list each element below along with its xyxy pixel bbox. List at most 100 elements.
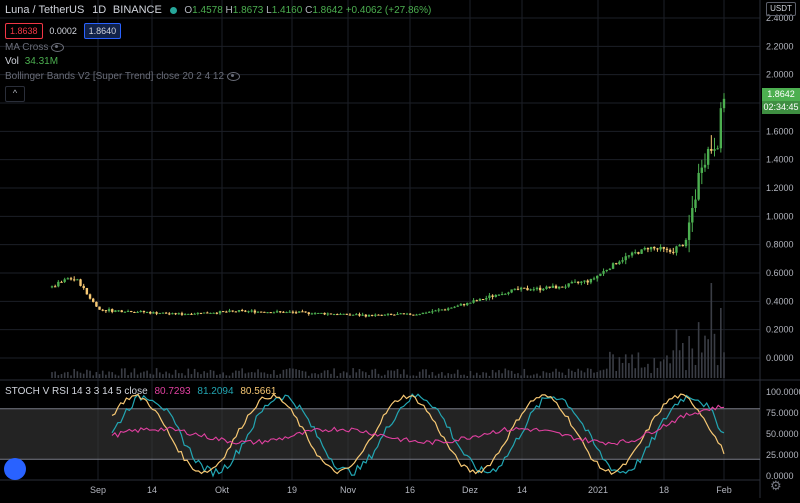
- candle-body: [662, 246, 665, 249]
- bid-button[interactable]: 1.8638: [5, 23, 43, 39]
- volume-bar: [235, 370, 237, 378]
- volume-bar: [368, 374, 370, 378]
- hidden-eye-icon[interactable]: [227, 71, 241, 81]
- hidden-eye-icon[interactable]: [51, 42, 65, 52]
- last-price-tag: 1.8642: [762, 88, 800, 101]
- stoch-legend[interactable]: STOCH V RSI 14 3 3 14 5 close 80.7293 81…: [5, 386, 276, 398]
- candle-body: [145, 312, 149, 314]
- volume-bar: [507, 370, 510, 378]
- volume-bar: [612, 354, 614, 378]
- volume-bar: [672, 350, 675, 378]
- candle-body: [247, 311, 250, 313]
- volume-bar: [701, 352, 703, 378]
- volume-bar: [656, 367, 659, 378]
- candle-body: [545, 286, 548, 289]
- candle-body: [621, 260, 624, 262]
- candle-body: [649, 246, 653, 250]
- volume-bar: [393, 370, 396, 378]
- volume-bar: [311, 373, 313, 378]
- volume-legend[interactable]: Vol 34.31M: [5, 56, 58, 68]
- volume-bar: [203, 371, 205, 378]
- volume-bar: [133, 368, 136, 378]
- candle-body: [139, 310, 142, 312]
- stoch-title: STOCH V RSI 14 3 3 14 5 close: [5, 386, 148, 397]
- candle-body: [288, 311, 291, 313]
- candle-body: [402, 313, 406, 315]
- candle-body: [206, 312, 209, 314]
- gear-icon[interactable]: ⚙: [770, 478, 782, 494]
- candle-body: [719, 108, 723, 149]
- candle-body: [615, 263, 618, 265]
- candle-body: [237, 310, 241, 312]
- candle-body: [691, 207, 694, 223]
- candle-body: [627, 255, 631, 257]
- volume-bar: [149, 373, 152, 378]
- volume-bar: [574, 372, 576, 378]
- volume-bar: [685, 370, 687, 378]
- chart-stage[interactable]: 2.40002.20002.00001.80001.60001.40001.20…: [0, 0, 800, 498]
- volume-bar: [323, 370, 326, 378]
- currency-label[interactable]: USDT: [766, 2, 796, 16]
- volume-bar: [101, 370, 104, 378]
- candle-body: [561, 286, 564, 288]
- candle-body: [364, 314, 368, 317]
- volume-bar: [640, 367, 643, 378]
- candle-body: [370, 314, 374, 316]
- volume-bar: [114, 374, 117, 378]
- volume-bar: [425, 369, 427, 378]
- collapse-legend-button[interactable]: ^: [5, 86, 25, 102]
- ask-button[interactable]: 1.8640: [83, 23, 122, 39]
- volume-bar: [710, 283, 713, 378]
- candle-body: [573, 281, 577, 283]
- candle-body: [485, 298, 488, 300]
- candle-body: [580, 281, 583, 283]
- candle-body: [377, 314, 380, 316]
- volume-bar: [171, 374, 174, 378]
- candle-body: [279, 311, 282, 313]
- candle-body: [298, 311, 301, 313]
- volume-bar: [162, 374, 164, 378]
- candle-body: [437, 309, 440, 311]
- stoch-axis-tick: 50.0000: [766, 429, 799, 439]
- candle-body: [447, 308, 450, 310]
- bollinger-label: Bollinger Bands V2 [Super Trend] close 2…: [5, 71, 225, 82]
- candle-body: [218, 311, 222, 314]
- candle-body: [681, 245, 684, 247]
- candle-body: [554, 285, 558, 289]
- volume-bar: [365, 372, 367, 378]
- candle-body: [361, 314, 364, 316]
- high-value: 1.8673: [232, 5, 264, 16]
- candle-body: [469, 302, 472, 304]
- volume-bar: [339, 373, 342, 378]
- volume-bar: [713, 333, 716, 378]
- volume-bar: [666, 355, 668, 378]
- candle-body: [519, 287, 523, 290]
- volume-bar: [168, 373, 171, 378]
- candle-body: [646, 248, 650, 250]
- candle-body: [367, 314, 371, 317]
- symbol-name[interactable]: Luna / TetherUS: [5, 4, 84, 16]
- candle-body: [339, 313, 342, 315]
- bollinger-legend[interactable]: Bollinger Bands V2 [Super Trend] close 2…: [5, 71, 241, 83]
- volume-bar: [98, 374, 101, 378]
- candle-body: [608, 268, 612, 270]
- volume-bar: [314, 373, 316, 378]
- volume-bar: [583, 372, 586, 378]
- volume-bar: [330, 373, 332, 378]
- tradingview-logo-icon[interactable]: [4, 458, 26, 480]
- candle-body: [570, 282, 574, 284]
- price-axis-tick: 0.0000: [766, 353, 794, 363]
- volume-bar: [222, 372, 224, 378]
- ma-cross-legend[interactable]: MA Cross: [5, 42, 65, 54]
- candle-body: [453, 306, 456, 308]
- volume-bar: [247, 372, 250, 378]
- candle-body: [263, 311, 266, 313]
- candle-body: [133, 311, 136, 313]
- candle-body: [63, 279, 66, 282]
- candle-body: [450, 307, 453, 309]
- volume-bar: [301, 370, 304, 378]
- volume-bar: [437, 373, 440, 378]
- interval-label[interactable]: 1D: [92, 4, 106, 16]
- price-axis-tick: 1.4000: [766, 155, 794, 165]
- candle-body: [60, 281, 63, 283]
